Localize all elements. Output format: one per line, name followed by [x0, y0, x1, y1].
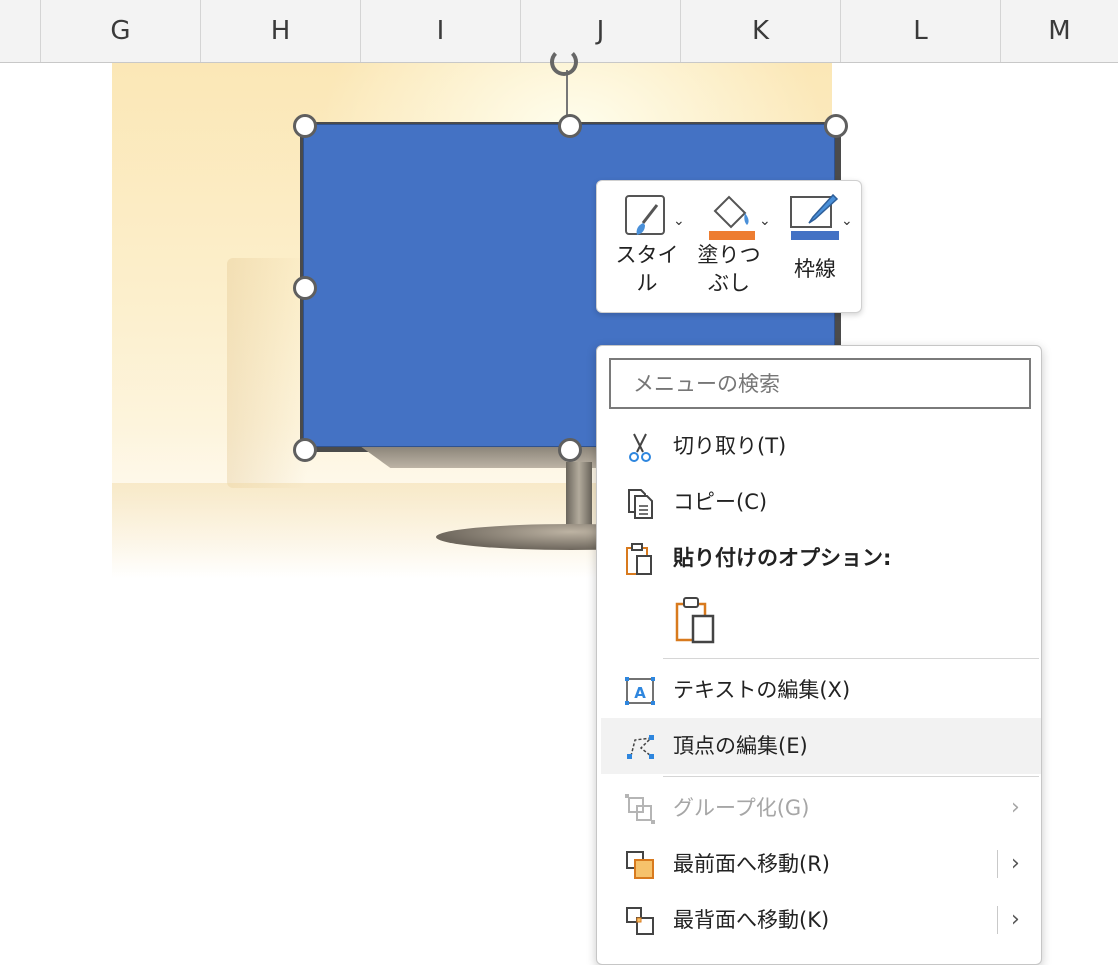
menu-item-group[interactable]: グループ化(G) › [601, 780, 1041, 836]
bring-to-front-icon [626, 851, 654, 879]
fill-button[interactable]: ⌄ 塗りつぶし [697, 191, 773, 306]
menu-item-bring-to-front-label: 最前面へ移動(R) [673, 852, 830, 876]
paste-options-label: 貼り付けのオプション: [673, 546, 892, 570]
chevron-right-icon[interactable]: › [1011, 836, 1020, 892]
paste-icon [626, 543, 652, 575]
menu-item-group-label: グループ化(G) [673, 796, 810, 820]
style-label: スタイル [615, 243, 679, 295]
menu-item-copy[interactable]: コピー(C) [601, 474, 1041, 530]
menu-separator [663, 658, 1039, 659]
fill-bucket-icon [709, 195, 755, 240]
outline-button[interactable]: ⌄ 枠線 [781, 191, 857, 306]
rotation-handle[interactable] [550, 48, 578, 76]
scissors-icon [629, 433, 651, 462]
menu-item-paste-options-header: 貼り付けのオプション: [601, 530, 1041, 586]
column-header-j[interactable]: J [520, 0, 680, 62]
menu-search-input[interactable] [609, 358, 1031, 409]
menu-item-cut[interactable]: 切り取り(T) [601, 418, 1041, 474]
mini-toolbar: ⌄ スタイル ⌄ 塗りつぶし ⌄ 枠線 [596, 180, 862, 313]
context-menu: 切り取り(T) コピー(C) 貼り付けのオプション: A テキストの編集(X) [596, 345, 1042, 965]
rotation-connector [566, 70, 568, 116]
group-icon [625, 794, 655, 824]
send-to-back-icon [626, 907, 654, 935]
style-button[interactable]: ⌄ スタイル [611, 191, 685, 306]
menu-item-edit-points-label: 頂点の編集(E) [673, 734, 808, 758]
fill-dropdown-caret[interactable]: ⌄ [759, 213, 771, 229]
outline-dropdown-caret[interactable]: ⌄ [841, 213, 853, 229]
menu-item-edit-text[interactable]: A テキストの編集(X) [601, 662, 1041, 718]
split-divider [997, 850, 998, 878]
menu-item-edit-points[interactable]: 頂点の編集(E) [601, 718, 1041, 774]
resize-handle-top-right[interactable] [824, 114, 848, 138]
shape-style-icon [625, 195, 665, 235]
paste-keep-source-icon[interactable] [671, 594, 723, 646]
chevron-right-icon: › [1011, 795, 1020, 820]
column-header-i[interactable]: I [360, 0, 520, 62]
menu-item-edit-text-label: テキストの編集(X) [673, 678, 851, 702]
menu-separator [663, 776, 1039, 777]
column-header-k[interactable]: K [680, 0, 840, 62]
menu-item-copy-label: コピー(C) [673, 490, 768, 514]
split-divider [997, 906, 998, 934]
menu-item-send-to-back-label: 最背面へ移動(K) [673, 908, 830, 932]
column-header-l[interactable]: L [840, 0, 1000, 62]
menu-item-send-to-back[interactable]: 最背面へ移動(K) › [601, 892, 1041, 948]
copy-icon [628, 489, 653, 519]
outline-label: 枠線 [794, 257, 836, 281]
outline-pen-icon [790, 193, 839, 240]
column-header-h[interactable]: H [200, 0, 360, 62]
resize-handle-left[interactable] [293, 276, 317, 300]
style-dropdown-caret[interactable]: ⌄ [673, 213, 685, 229]
resize-handle-top-left[interactable] [293, 114, 317, 138]
svg-text:A: A [634, 684, 646, 702]
edit-points-icon [627, 735, 654, 759]
menu-item-bring-to-front[interactable]: 最前面へ移動(R) › [601, 836, 1041, 892]
column-header-m[interactable]: M [1000, 0, 1118, 62]
resize-handle-bottom[interactable] [558, 438, 582, 462]
chevron-right-icon[interactable]: › [1011, 892, 1020, 948]
edit-text-icon: A [625, 677, 655, 705]
resize-handle-top[interactable] [558, 114, 582, 138]
menu-item-cut-label: 切り取り(T) [673, 434, 787, 458]
resize-handle-bottom-left[interactable] [293, 438, 317, 462]
column-header-g[interactable]: G [40, 0, 200, 62]
fill-label: 塗りつぶし [697, 243, 761, 295]
